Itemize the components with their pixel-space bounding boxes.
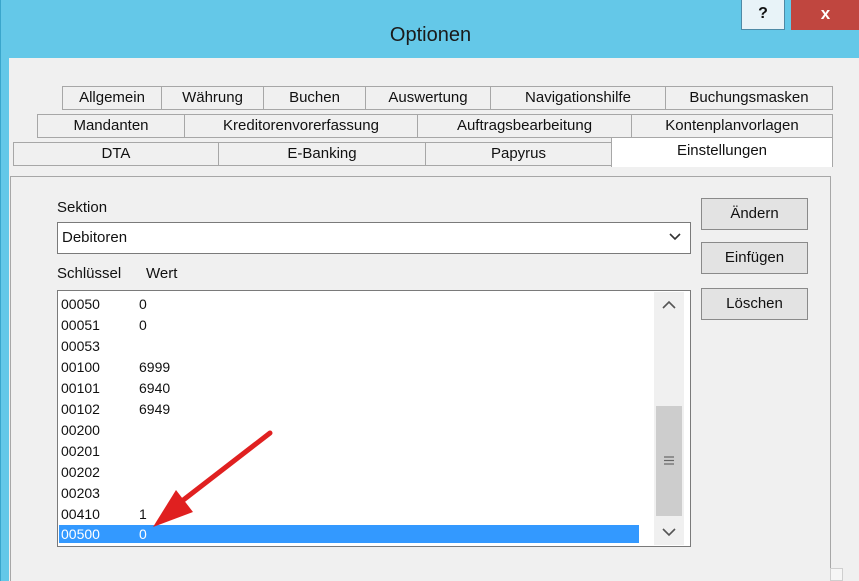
tab-buchen[interactable]: Buchen [263, 86, 366, 110]
list-item-value: 0 [139, 317, 147, 333]
tab-dta[interactable]: DTA [13, 142, 219, 166]
section-label: Sektion [57, 199, 108, 216]
list-item-key: 00201 [61, 443, 100, 459]
tab-allgemein[interactable]: Allgemein [62, 86, 162, 110]
list-item-key: 00100 [61, 359, 100, 375]
resize-grip [830, 568, 843, 581]
list-item-value: 6940 [139, 380, 171, 396]
list-item[interactable]: 00051 0 [61, 317, 636, 333]
list-item-key: 00050 [61, 296, 100, 312]
tab-navigationshilfe[interactable]: Navigationshilfe [490, 86, 666, 110]
list-item[interactable]: 00201 [61, 443, 636, 459]
title-bar: Optionen ? x [1, 0, 859, 58]
close-button[interactable]: x [791, 0, 859, 30]
change-button[interactable]: Ändern [701, 198, 808, 230]
list-item[interactable]: 00410 1 [61, 506, 636, 522]
window-title: Optionen [389, 24, 472, 46]
list-item-key: 00200 [61, 422, 100, 438]
section-select-value: Debitoren [62, 229, 128, 246]
list-item-key: 00410 [61, 506, 100, 522]
scrollbar-thumb[interactable] [656, 406, 682, 516]
list-item[interactable]: 00053 [61, 338, 636, 354]
list-item[interactable]: 00200 [61, 422, 636, 438]
tab-auftragsbearbeitung[interactable]: Auftragsbearbeitung [417, 114, 632, 138]
insert-button[interactable]: Einfügen [701, 242, 808, 274]
tab-mandanten[interactable]: Mandanten [37, 114, 185, 138]
tab-einstellungen[interactable]: Einstellungen [611, 137, 833, 167]
tab-kontenplanvorlagen[interactable]: Kontenplanvorlagen [631, 114, 833, 138]
list-item-key: 00202 [61, 464, 100, 480]
listbox-scrollbar[interactable] [654, 292, 684, 545]
delete-button[interactable]: Löschen [701, 288, 808, 320]
settings-listbox[interactable]: 00050 0 00051 0 00053 00100 6999 00101 6940 … [57, 290, 691, 547]
value-column-header: Wert [146, 265, 178, 282]
section-select[interactable]: Debitoren [57, 222, 691, 254]
tab-papyrus[interactable]: Papyrus [425, 142, 612, 166]
grip-icon [664, 456, 674, 465]
scroll-up-button[interactable] [654, 292, 684, 318]
chevron-up-icon [662, 300, 676, 309]
list-item-value: 6949 [139, 401, 171, 417]
list-item-value: 0 [139, 526, 147, 542]
tab-auswertung[interactable]: Auswertung [365, 86, 491, 110]
list-item[interactable]: 00050 0 [61, 296, 636, 312]
list-item-value: 1 [139, 506, 147, 522]
list-item-key: 00102 [61, 401, 100, 417]
list-item[interactable]: 00202 [61, 464, 636, 480]
list-item[interactable]: 00203 [61, 485, 636, 501]
list-item[interactable]: 00101 6940 [61, 380, 636, 396]
key-column-header: Schlüssel [57, 265, 122, 282]
list-item-key: 00500 [61, 526, 100, 542]
chevron-down-icon [662, 528, 676, 537]
tab-waehrung[interactable]: Währung [161, 86, 264, 110]
list-item[interactable]: 00100 6999 [61, 359, 636, 375]
help-button[interactable]: ? [741, 0, 785, 30]
list-item-key: 00101 [61, 380, 100, 396]
scroll-down-button[interactable] [654, 519, 684, 545]
tab-kreditorenvorerfassung[interactable]: Kreditorenvorerfassung [184, 114, 418, 138]
list-item-key: 00053 [61, 338, 100, 354]
list-item-value: 0 [139, 296, 147, 312]
chevron-down-icon [669, 233, 681, 241]
tab-e-banking[interactable]: E-Banking [218, 142, 426, 166]
list-item-selected[interactable]: 00500 0 [59, 525, 639, 543]
list-item-key: 00203 [61, 485, 100, 501]
list-item-key: 00051 [61, 317, 100, 333]
list-item-value: 6999 [139, 359, 171, 375]
tab-buchungsmasken[interactable]: Buchungsmasken [665, 86, 833, 110]
list-item[interactable]: 00102 6949 [61, 401, 636, 417]
